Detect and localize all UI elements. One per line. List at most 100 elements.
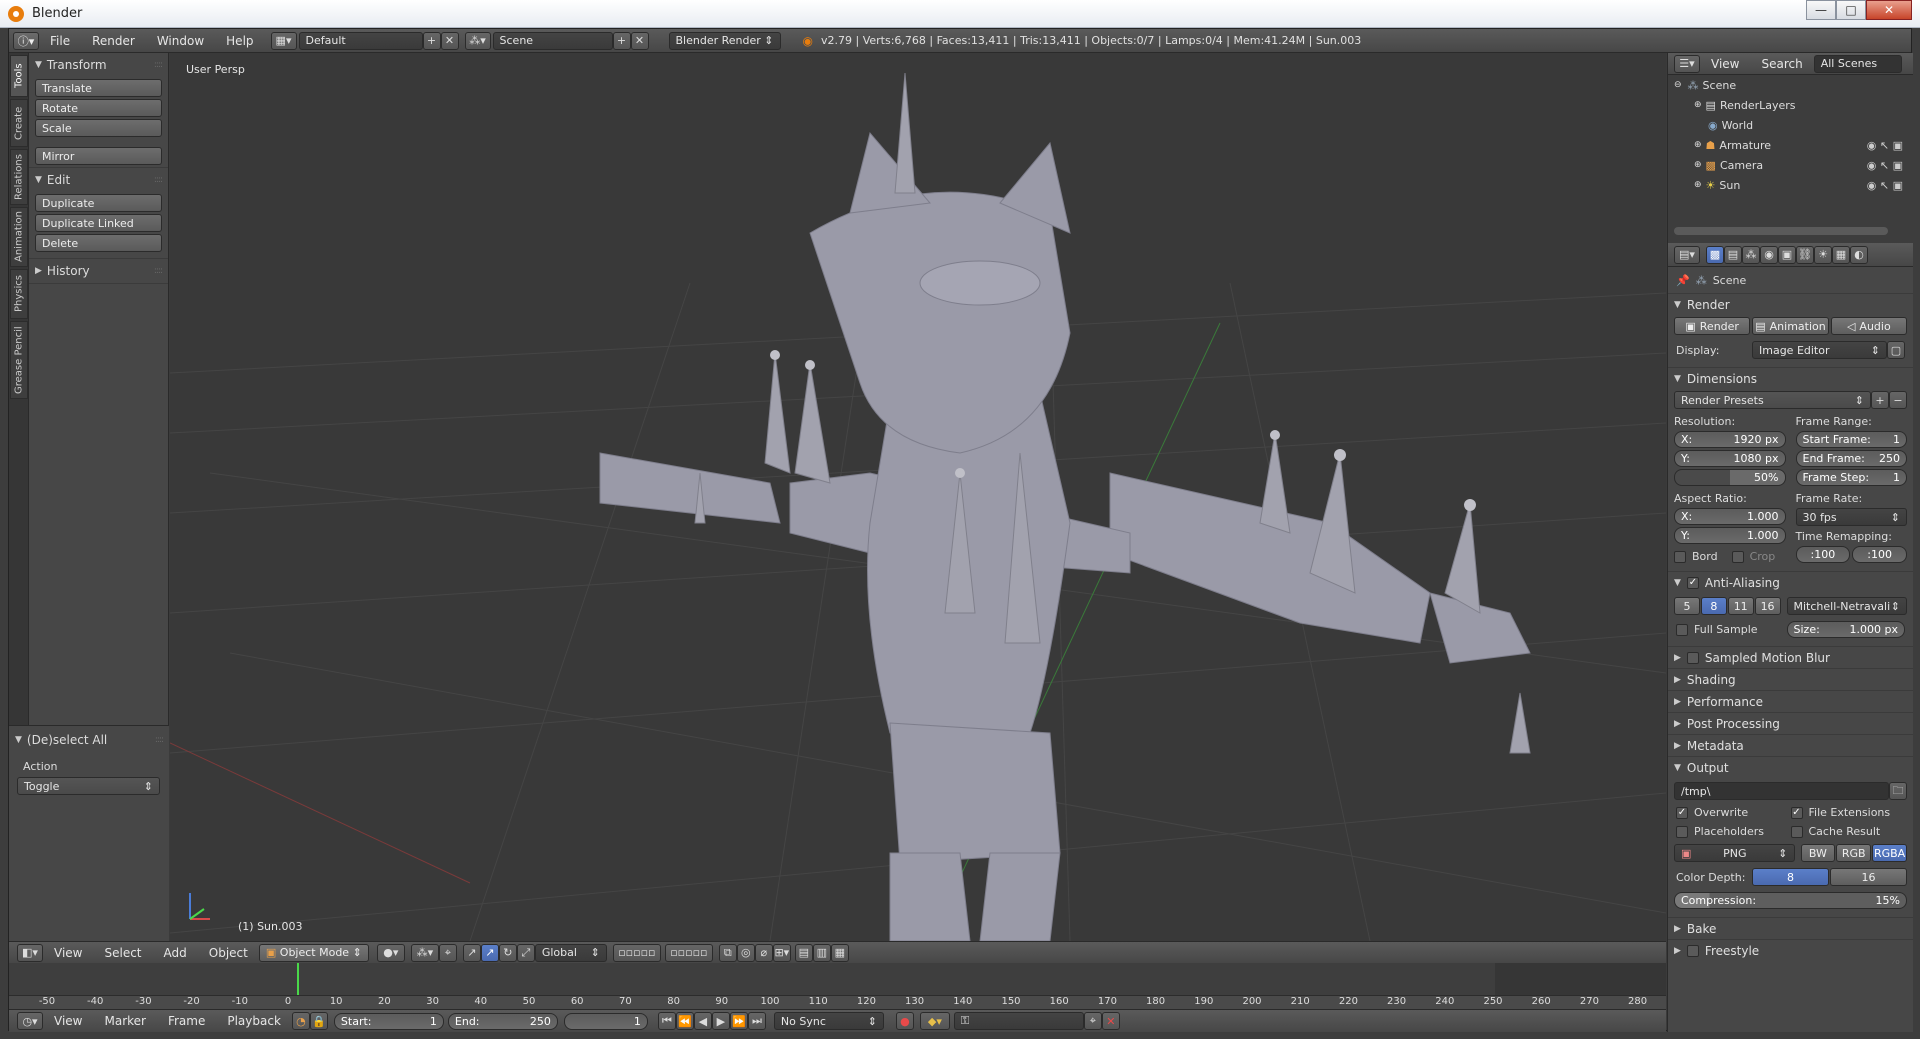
- full-sample-checkbox[interactable]: [1676, 623, 1688, 636]
- render-button[interactable]: ▣ Render: [1674, 317, 1751, 335]
- shading-panel-header[interactable]: ▶ Shading: [1668, 668, 1913, 690]
- screen-layout-icon[interactable]: ▦▾: [270, 31, 297, 50]
- freestyle-checkbox[interactable]: [1686, 944, 1699, 957]
- aspect-y-field[interactable]: Y: 1.000: [1674, 527, 1786, 544]
- menu-render[interactable]: Render: [81, 34, 146, 48]
- res-percent-slider[interactable]: 50%: [1674, 469, 1786, 486]
- dimensions-panel-header[interactable]: ▼ Dimensions: [1668, 367, 1913, 389]
- sun-visibility-icons[interactable]: ◉ ↖ ▣: [1867, 179, 1903, 192]
- manipulator-icon[interactable]: ⌖: [438, 943, 457, 962]
- prev-key-icon[interactable]: ⏪: [675, 1012, 694, 1030]
- aa-samples-8[interactable]: 8: [1700, 597, 1727, 615]
- color-mode-rgb[interactable]: RGB: [1836, 844, 1872, 862]
- outliner-menu-view[interactable]: View: [1700, 57, 1750, 71]
- duplicate-button[interactable]: Duplicate: [35, 194, 162, 212]
- bake-panel-header[interactable]: ▶ Bake: [1668, 917, 1913, 939]
- pin-icon[interactable]: 📌: [1676, 274, 1690, 287]
- aa-size-field[interactable]: Size: 1.000 px: [1786, 621, 1905, 638]
- start-frame-field[interactable]: Start: 1: [333, 1012, 444, 1030]
- color-mode-bw[interactable]: BW: [1800, 844, 1836, 862]
- opengl-anim-icon[interactable]: ▥: [812, 943, 831, 962]
- outliner-editor-type-icon[interactable]: ☰▾: [1674, 54, 1700, 73]
- outliner-item-scene[interactable]: ⊖ ⁂ Scene: [1668, 75, 1913, 95]
- file-format-select[interactable]: ▣ PNG ⇕: [1674, 844, 1795, 862]
- remap-old-field[interactable]: :100: [1795, 546, 1851, 563]
- layers-grid-1[interactable]: ▫▫▫▫▫: [612, 943, 661, 962]
- tl-menu-marker[interactable]: Marker: [93, 1014, 156, 1028]
- timeline-editor-type-icon[interactable]: ◷▾: [17, 1012, 43, 1030]
- camera-visibility-icons[interactable]: ◉ ↖ ▣: [1867, 159, 1903, 172]
- record-icon[interactable]: ●: [895, 1012, 914, 1030]
- tab-animation[interactable]: Animation: [10, 207, 28, 267]
- menu-object[interactable]: Object: [198, 946, 259, 960]
- outliner-filter-select[interactable]: All Scenes: [1813, 54, 1902, 73]
- mode-select[interactable]: ▣ Object Mode ⇕: [258, 943, 369, 962]
- menu-add[interactable]: Add: [153, 946, 198, 960]
- display-select[interactable]: Image Editor ⇕: [1752, 341, 1887, 359]
- freestyle-panel-header[interactable]: ▶ Freestyle: [1668, 939, 1913, 961]
- 3d-viewport[interactable]: User Persp (1) Sun.003: [170, 53, 1666, 941]
- mirror-button[interactable]: Mirror: [35, 147, 162, 165]
- anti-aliasing-panel-header[interactable]: ▼ ✓ Anti-Aliasing: [1668, 571, 1913, 593]
- transform-panel-header[interactable]: ▼ Transform::::: [29, 55, 168, 75]
- frame-rate-select[interactable]: 30 fps ⇕: [1795, 508, 1907, 526]
- tab-physics[interactable]: Physics: [10, 269, 28, 319]
- snap-icon[interactable]: ⌀: [754, 943, 773, 962]
- translate-button[interactable]: Translate: [35, 79, 162, 97]
- res-x-field[interactable]: X: 1920 px: [1674, 431, 1786, 448]
- keying-icon[interactable]: ◆▾: [919, 1012, 950, 1030]
- placeholders-checkbox[interactable]: [1676, 825, 1688, 838]
- properties-editor-type-icon[interactable]: ▤▾: [1674, 245, 1700, 264]
- remove-preset-icon[interactable]: −: [1889, 391, 1907, 409]
- menu-file[interactable]: File: [39, 34, 81, 48]
- tl-menu-view[interactable]: View: [43, 1014, 93, 1028]
- output-panel-header[interactable]: ▼ Output: [1668, 756, 1913, 778]
- editor-type-icon[interactable]: ◧▾: [17, 943, 43, 962]
- action-select[interactable]: Toggle ⇕: [17, 777, 160, 795]
- play-reverse-icon[interactable]: ◀: [693, 1012, 712, 1030]
- outliner-menu-search[interactable]: Search: [1750, 57, 1813, 71]
- timeline-area[interactable]: -50 -40 -30 -20 -10 0 10 20 30 40 50 60 70 80 90 100 110…: [9, 963, 1666, 1009]
- armature-visibility-icons[interactable]: ◉ ↖ ▣: [1867, 139, 1903, 152]
- orientation-select[interactable]: Global ⇕: [534, 943, 607, 962]
- frame-step-prop[interactable]: Frame Step: 1: [1795, 469, 1907, 486]
- outliner-item-world[interactable]: ◉ World: [1668, 115, 1913, 135]
- viewport-scene[interactable]: [170, 53, 1666, 941]
- maximize-button[interactable]: □: [1836, 0, 1866, 20]
- aa-samples-5[interactable]: 5: [1674, 597, 1700, 615]
- rotate-button[interactable]: Rotate: [35, 99, 162, 117]
- play-icon[interactable]: ▶: [711, 1012, 730, 1030]
- motion-blur-checkbox[interactable]: [1686, 651, 1699, 664]
- renderlayer-context-icon[interactable]: ▤: [1724, 245, 1742, 264]
- edit-panel-header[interactable]: ▼ Edit::::: [29, 170, 168, 190]
- menu-window[interactable]: Window: [146, 34, 215, 48]
- rotate-manipulator-icon[interactable]: ↻: [498, 943, 517, 962]
- post-processing-panel-header[interactable]: ▶ Post Processing: [1668, 712, 1913, 734]
- tab-relations[interactable]: Relations: [10, 149, 28, 205]
- minimize-button[interactable]: —: [1806, 0, 1836, 20]
- opengl-render-icon[interactable]: ▤: [794, 943, 813, 962]
- scale-manipulator-icon[interactable]: ⤢: [516, 943, 535, 962]
- remove-scene-icon[interactable]: ✕: [630, 31, 649, 50]
- tab-create[interactable]: Create: [10, 99, 28, 147]
- translate-manipulator-icon[interactable]: ↗: [480, 943, 499, 962]
- add-preset-icon[interactable]: +: [1871, 391, 1889, 409]
- outliner-scrollbar[interactable]: [1674, 227, 1888, 235]
- transform-manipulator-icon[interactable]: ↗: [462, 943, 481, 962]
- menu-select[interactable]: Select: [93, 946, 152, 960]
- audio-button[interactable]: ◁ Audio: [1830, 317, 1907, 335]
- tab-tools[interactable]: Tools: [10, 55, 28, 97]
- scene-icon[interactable]: ⁂▾: [464, 31, 491, 50]
- tl-menu-playback[interactable]: Playback: [216, 1014, 292, 1028]
- lock-layers-icon[interactable]: ⧉: [718, 943, 737, 962]
- render-presets-select[interactable]: Render Presets ⇕: [1674, 391, 1871, 409]
- anti-aliasing-checkbox[interactable]: ✓: [1686, 576, 1699, 589]
- outliner-item-armature[interactable]: ⊕ ☗ Armature ◉ ↖ ▣: [1668, 135, 1913, 155]
- keying-set-field[interactable]: ⚿: [953, 1012, 1084, 1030]
- lock-interface-icon[interactable]: ▢: [1887, 341, 1905, 359]
- outliner-item-sun[interactable]: ⊕ ☀ Sun ◉ ↖ ▣: [1668, 175, 1913, 195]
- cache-result-checkbox[interactable]: [1790, 825, 1803, 838]
- overwrite-checkbox[interactable]: ✓: [1676, 806, 1688, 819]
- object-context-icon[interactable]: ▣: [1778, 245, 1796, 264]
- proportional-edit-icon[interactable]: ◎: [736, 943, 755, 962]
